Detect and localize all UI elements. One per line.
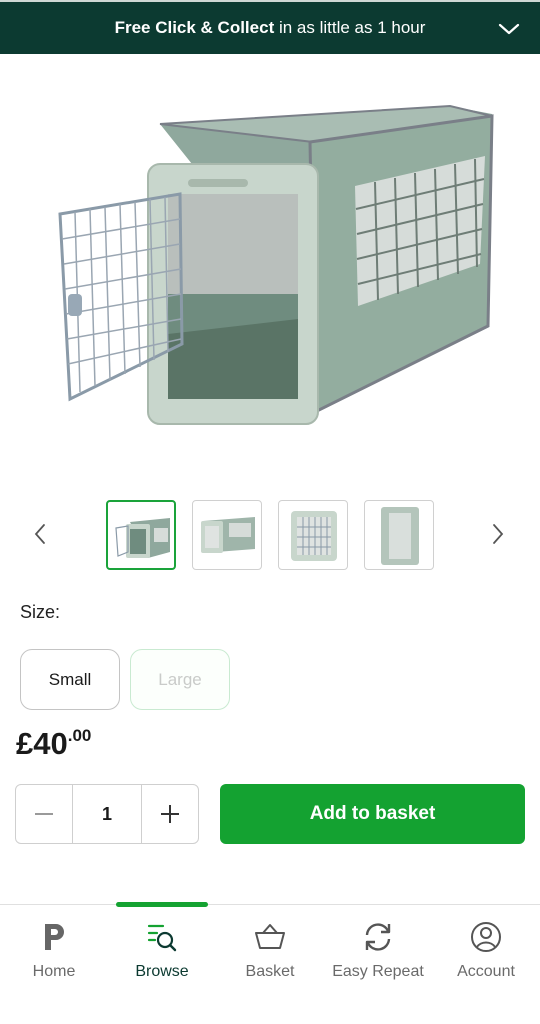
thumbnail-4[interactable] <box>364 500 434 570</box>
thumbnail-1[interactable] <box>106 500 176 570</box>
banner-rest-text: in as little as 1 hour <box>274 18 426 37</box>
nav-item-home[interactable]: Home <box>0 913 108 993</box>
increase-quantity-button[interactable] <box>142 785 198 843</box>
browse-search-icon <box>142 917 182 957</box>
thumbnail-3[interactable] <box>278 500 348 570</box>
nav-item-easy-repeat[interactable]: Easy Repeat <box>324 913 432 993</box>
crate-end-view <box>381 507 419 565</box>
gallery-prev-button[interactable] <box>28 520 52 548</box>
chevron-right-icon <box>493 524 504 544</box>
banner-text: Free Click & Collect in as little as 1 h… <box>115 18 426 38</box>
pet-crate-image <box>58 104 494 425</box>
nav-item-basket[interactable]: Basket <box>216 913 324 993</box>
price-pence: .00 <box>67 726 92 745</box>
decrease-quantity-button[interactable] <box>16 785 72 843</box>
size-option-small[interactable]: Small <box>20 649 120 710</box>
account-icon <box>466 917 506 957</box>
repeat-icon <box>358 917 398 957</box>
nav-item-browse[interactable]: Browse <box>108 913 216 993</box>
chevron-down-icon[interactable] <box>498 18 520 40</box>
quantity-stepper: 1 <box>15 784 199 844</box>
price-main: £40 <box>16 726 68 761</box>
product-image-area[interactable] <box>0 54 540 494</box>
basket-icon <box>250 917 290 957</box>
thumbnail-2[interactable] <box>192 500 262 570</box>
chevron-left-icon <box>34 524 45 544</box>
crate-side-view <box>115 518 170 558</box>
nav-item-account[interactable]: Account <box>432 913 540 993</box>
crate-front-angle <box>201 517 255 553</box>
nav-label-easy-repeat: Easy Repeat <box>332 963 424 980</box>
size-label: Size: <box>20 602 61 622</box>
home-p-icon <box>34 917 74 957</box>
crate-door-front <box>291 511 337 561</box>
image-gallery <box>0 498 540 574</box>
minus-icon <box>35 813 53 815</box>
nav-label-browse: Browse <box>135 963 189 980</box>
plus-icon <box>161 805 179 823</box>
click-collect-banner[interactable]: Free Click & Collect in as little as 1 h… <box>0 0 540 54</box>
size-option-large[interactable]: Large <box>130 649 230 710</box>
bottom-nav: Home Browse Basket Easy Repeat Account <box>0 902 540 1024</box>
active-tab-indicator <box>116 902 208 907</box>
banner-bold-text: Free Click & Collect <box>114 18 275 37</box>
nav-label-home: Home <box>32 963 76 980</box>
add-to-basket-button[interactable]: Add to basket <box>220 784 525 844</box>
nav-label-basket: Basket <box>245 963 295 980</box>
gallery-next-button[interactable] <box>486 520 510 548</box>
product-price: £40.00 <box>16 726 91 762</box>
quantity-value[interactable]: 1 <box>72 785 142 843</box>
nav-label-account: Account <box>457 963 515 980</box>
